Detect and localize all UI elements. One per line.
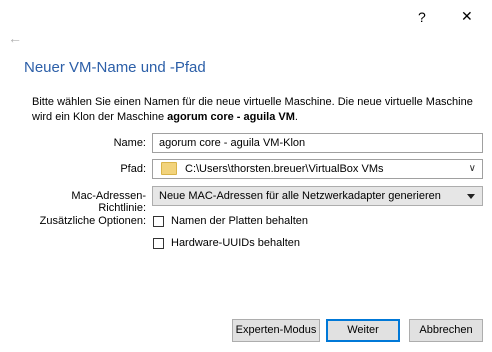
chevron-down-icon[interactable]: ∨	[469, 160, 476, 178]
description-line-1: Bitte wählen Sie einen Namen für die neu…	[32, 96, 473, 108]
description-line-2: wird ein Klon der Maschine agorum core -…	[32, 111, 298, 123]
path-selector[interactable]: C:\Users\thorsten.breuer\VirtualBox VMs …	[152, 159, 483, 179]
keep-hardware-uuids-checkbox[interactable]	[153, 238, 164, 249]
help-button[interactable]: ?	[418, 9, 426, 25]
name-label: Name:	[113, 137, 146, 149]
back-arrow-icon[interactable]: ←	[8, 30, 22, 46]
keep-disk-names-checkbox[interactable]	[153, 216, 164, 227]
next-button[interactable]: Weiter	[326, 319, 400, 342]
options-label: Zusätzliche Optionen:	[39, 215, 146, 227]
path-label: Pfad:	[120, 163, 146, 175]
expert-mode-button[interactable]: Experten-Modus	[232, 319, 320, 342]
cancel-button[interactable]: Abbrechen	[409, 319, 483, 342]
mac-policy-select[interactable]: Neue MAC-Adressen für alle Netzwerkadapt…	[152, 186, 483, 206]
mac-policy-value: Neue MAC-Adressen für alle Netzwerkadapt…	[159, 190, 441, 202]
description-text: Bitte wählen Sie einen Namen für die neu…	[32, 95, 482, 125]
source-vm-name: agorum core - aguila VM	[167, 111, 295, 123]
keep-disk-names-label[interactable]: Namen der Platten behalten	[171, 215, 308, 227]
folder-icon	[161, 161, 177, 175]
path-value: C:\Users\thorsten.breuer\VirtualBox VMs	[185, 163, 384, 175]
dropdown-arrow-icon	[467, 194, 475, 199]
close-button[interactable]: ✕	[461, 8, 473, 25]
name-input[interactable]: agorum core - aguila VM-Klon	[152, 133, 483, 153]
page-title: Neuer VM-Name und -Pfad	[24, 59, 206, 76]
keep-hardware-uuids-label[interactable]: Hardware-UUIDs behalten	[171, 237, 300, 249]
mac-policy-label: Mac-Adressen-Richtlinie:	[71, 190, 146, 214]
